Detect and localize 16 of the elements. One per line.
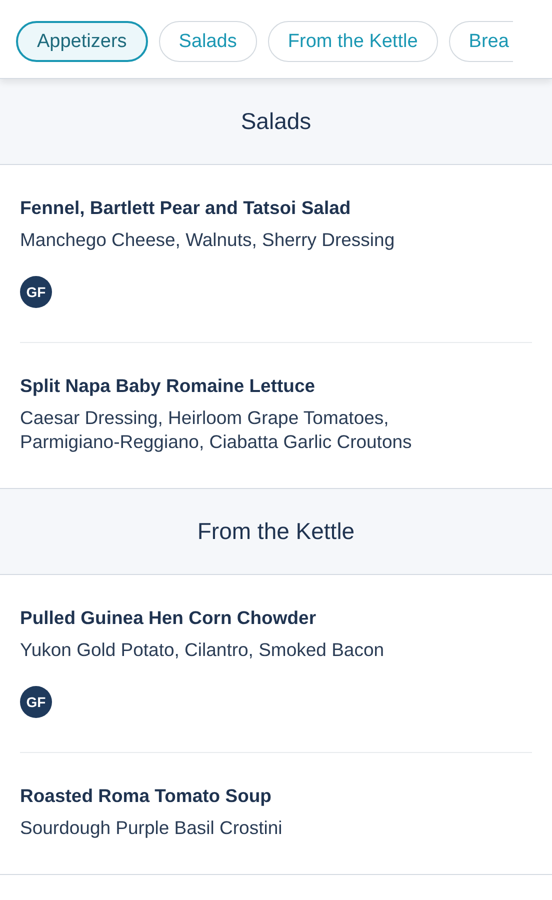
dish-description: Yukon Gold Potato, Cilantro, Smoked Bacon	[20, 638, 386, 662]
dish-description: Sourdough Purple Basil Crostini	[20, 816, 284, 840]
diet-badge: GF	[20, 276, 52, 308]
category-tab[interactable]: From the Kettle	[268, 21, 438, 62]
category-tab[interactable]: Appetizers	[16, 21, 148, 62]
dish-description: Caesar Dressing, Heirloom Grape Tomatoes, Parmigiano-Reggiano, Ciabatta Garlic Croutons	[20, 406, 413, 454]
dish-name: Fennel, Bartlett Pear and Tatsoi Salad	[20, 197, 352, 219]
diet-badge: GF	[20, 686, 52, 718]
dish-name: Split Napa Baby Romaine Lettuce	[20, 375, 316, 397]
category-tab[interactable]: Salads	[158, 21, 257, 62]
category-tab[interactable]: Brea	[448, 21, 513, 62]
dish-name: Pulled Guinea Hen Corn Chowder	[20, 607, 318, 629]
dish-name: Roasted Roma Tomato Soup	[20, 785, 272, 807]
section-title: Salads	[240, 108, 312, 135]
dish-description: Manchego Cheese, Walnuts, Sherry Dressing	[20, 228, 396, 252]
section-title: From the Kettle	[197, 518, 355, 545]
